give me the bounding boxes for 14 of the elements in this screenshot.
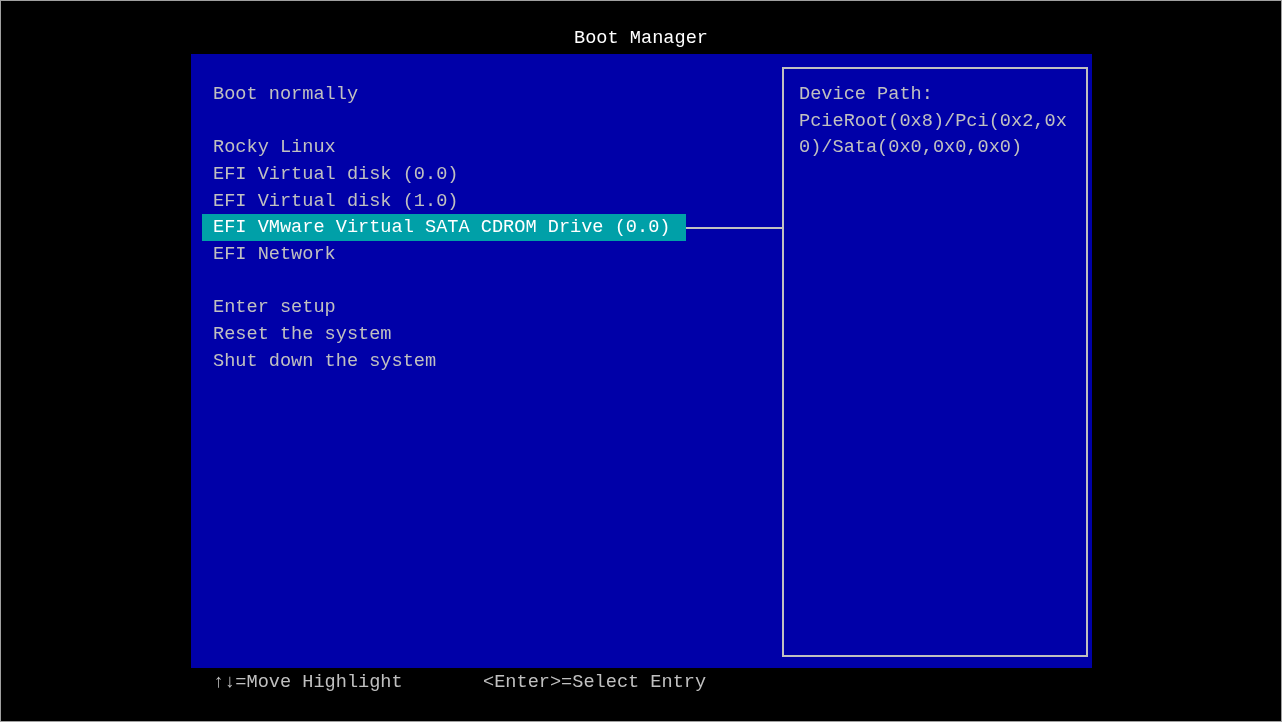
- details-label: Device Path:: [799, 83, 934, 107]
- boot-menu-item[interactable]: Enter setup: [202, 294, 686, 322]
- boot-menu-item[interactable]: Rocky Linux: [202, 134, 686, 162]
- device-path-text: PcieRoot(0x8)/Pci(0x2,0x: [799, 109, 1068, 134]
- key-hint: <Enter>=Select Entry: [483, 671, 708, 695]
- boot-menu-item[interactable]: Reset the system: [202, 321, 686, 348]
- boot-menu-item[interactable]: Boot normally: [202, 81, 686, 108]
- boot-menu-item[interactable]: Shut down the system: [202, 347, 686, 375]
- window-title: Boot Manager: [574, 27, 708, 52]
- device-path-text: 0)/Sata(0x0,0x0,0x0): [799, 136, 1024, 161]
- boot-menu-item[interactable]: EFI Virtual disk (1.0): [202, 187, 686, 215]
- key-hint: ↑↓=Move Highlight: [213, 671, 404, 695]
- boot-menu-item[interactable]: EFI Network: [202, 241, 686, 268]
- boot-menu-item[interactable]: EFI Virtual disk (0.0): [202, 161, 686, 188]
